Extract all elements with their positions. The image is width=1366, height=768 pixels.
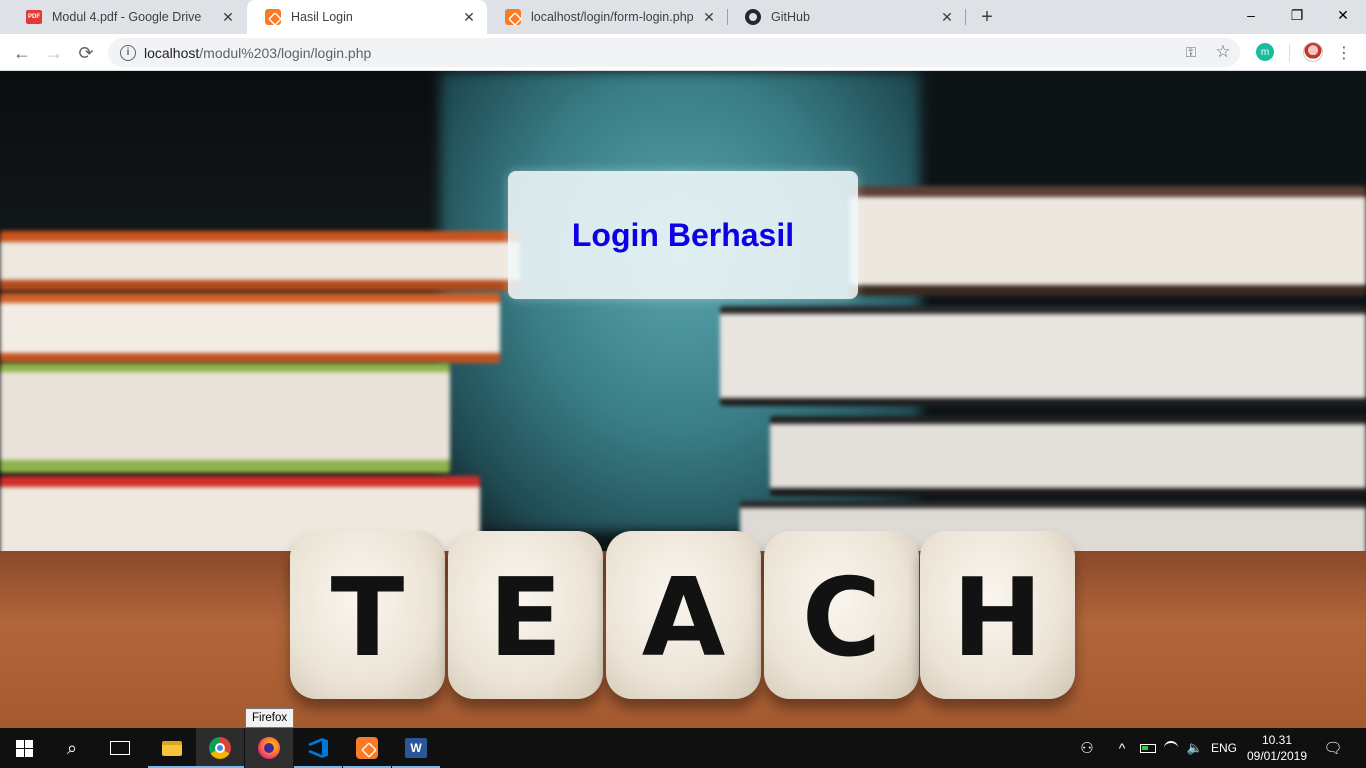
url-host: localhost bbox=[144, 44, 200, 61]
battery-icon[interactable] bbox=[1137, 728, 1159, 768]
tab-strip: PDF Modul 4.pdf - Google Drive ✕ Hasil L… bbox=[0, 0, 1366, 34]
chrome-icon bbox=[209, 737, 231, 759]
chevron-up-icon[interactable]: ^ bbox=[1112, 728, 1132, 768]
close-icon[interactable]: ✕ bbox=[218, 7, 238, 27]
die-letter: A bbox=[641, 556, 726, 681]
clock-time: 10.31 bbox=[1261, 733, 1293, 747]
xampp-icon bbox=[265, 9, 281, 25]
xampp-icon bbox=[356, 737, 378, 759]
login-success-heading: Login Berhasil bbox=[571, 216, 795, 253]
page-content: T E A C H Login Berhasil bbox=[0, 71, 1366, 728]
search-icon: ⌕ bbox=[66, 737, 78, 758]
back-button[interactable]: ← bbox=[8, 39, 36, 67]
close-icon[interactable]: ✕ bbox=[459, 7, 479, 27]
vscode-button[interactable] bbox=[294, 728, 342, 768]
firefox-icon bbox=[258, 737, 280, 759]
background-book bbox=[850, 186, 1366, 296]
tab-google-drive[interactable]: PDF Modul 4.pdf - Google Drive ✕ bbox=[8, 0, 246, 34]
forward-button[interactable]: → bbox=[40, 39, 68, 67]
tab-separator bbox=[965, 9, 966, 25]
word-button[interactable]: W bbox=[392, 728, 440, 768]
reload-button[interactable]: ⟳ bbox=[72, 39, 100, 67]
tab-title: localhost/login/form-login.php bbox=[531, 10, 694, 24]
background-book bbox=[0, 363, 450, 473]
close-icon[interactable]: ✕ bbox=[699, 7, 719, 27]
letter-die: H bbox=[920, 531, 1075, 699]
clock-date: 09/01/2019 bbox=[1246, 749, 1308, 763]
volume-icon[interactable]: 🔈 bbox=[1184, 728, 1206, 768]
die-letter: H bbox=[952, 556, 1043, 681]
task-view-button[interactable] bbox=[96, 728, 144, 768]
firefox-button[interactable] bbox=[245, 728, 293, 768]
die-letter: C bbox=[801, 556, 882, 681]
die-letter: T bbox=[330, 556, 405, 681]
background-book bbox=[770, 416, 1366, 496]
vscode-icon bbox=[308, 738, 328, 758]
taskbar: ⌕ W ⚇ ^ 🔈 ENG 10.31 09/01/2019 🗨 bbox=[0, 728, 1366, 768]
menu-icon[interactable]: ⋮ bbox=[1334, 40, 1354, 66]
taskbar-tooltip: Firefox bbox=[245, 708, 295, 728]
xampp-button[interactable] bbox=[343, 728, 391, 768]
background-book bbox=[0, 231, 520, 291]
letter-die: A bbox=[606, 531, 761, 699]
bookmark-star-icon[interactable]: ☆ bbox=[1212, 41, 1234, 63]
file-explorer-icon bbox=[162, 740, 182, 756]
notification-icon[interactable]: 🗨 bbox=[1320, 728, 1346, 768]
pdf-icon: PDF bbox=[26, 9, 42, 25]
background-book bbox=[0, 293, 500, 363]
close-icon[interactable]: ✕ bbox=[937, 7, 957, 27]
start-icon bbox=[15, 739, 33, 757]
address-bar[interactable]: i localhost/modul%203/login/login.php bbox=[108, 38, 1240, 67]
task-view-icon bbox=[110, 741, 130, 755]
tab-title: Hasil Login bbox=[291, 10, 353, 24]
browser-toolbar: ← → ⟳ i localhost/modul%203/login/login.… bbox=[0, 34, 1366, 71]
profile-avatar[interactable] bbox=[1303, 42, 1323, 62]
chrome-button[interactable] bbox=[196, 728, 244, 768]
start-button[interactable] bbox=[0, 728, 48, 768]
minimize-button[interactable]: – bbox=[1228, 0, 1274, 30]
tab-hasil-login[interactable]: Hasil Login ✕ bbox=[247, 0, 487, 34]
wifi-icon[interactable] bbox=[1160, 728, 1182, 768]
die-letter: E bbox=[488, 556, 563, 681]
github-icon bbox=[745, 9, 761, 25]
tab-title: GitHub bbox=[771, 10, 810, 24]
letter-die: E bbox=[448, 531, 603, 699]
clock[interactable]: 10.31 09/01/2019 bbox=[1244, 732, 1310, 764]
close-window-button[interactable]: ✕ bbox=[1320, 0, 1366, 30]
people-icon[interactable]: ⚇ bbox=[1074, 728, 1100, 768]
info-icon[interactable]: i bbox=[120, 44, 136, 61]
key-icon[interactable]: ⚿ bbox=[1180, 41, 1202, 63]
restore-button[interactable]: ❐ bbox=[1274, 0, 1320, 30]
xampp-icon bbox=[505, 9, 521, 25]
new-tab-button[interactable]: + bbox=[975, 5, 999, 29]
url-path: /modul%203/login/login.php bbox=[199, 44, 372, 61]
login-result-box: Login Berhasil bbox=[508, 171, 858, 299]
letter-die: T bbox=[290, 531, 445, 699]
language-indicator[interactable]: ENG bbox=[1208, 728, 1240, 768]
extension-icon[interactable]: m bbox=[1256, 43, 1274, 61]
toolbar-separator bbox=[1289, 44, 1290, 62]
tab-title: Modul 4.pdf - Google Drive bbox=[52, 10, 202, 24]
letter-die: C bbox=[764, 531, 919, 699]
background-book bbox=[720, 306, 1366, 406]
file-explorer-button[interactable] bbox=[148, 728, 196, 768]
search-button[interactable]: ⌕ bbox=[48, 728, 96, 768]
tab-form-login[interactable]: localhost/login/form-login.php ✕ bbox=[487, 0, 727, 34]
word-icon: W bbox=[405, 738, 427, 758]
tab-github[interactable]: GitHub ✕ bbox=[727, 0, 965, 34]
